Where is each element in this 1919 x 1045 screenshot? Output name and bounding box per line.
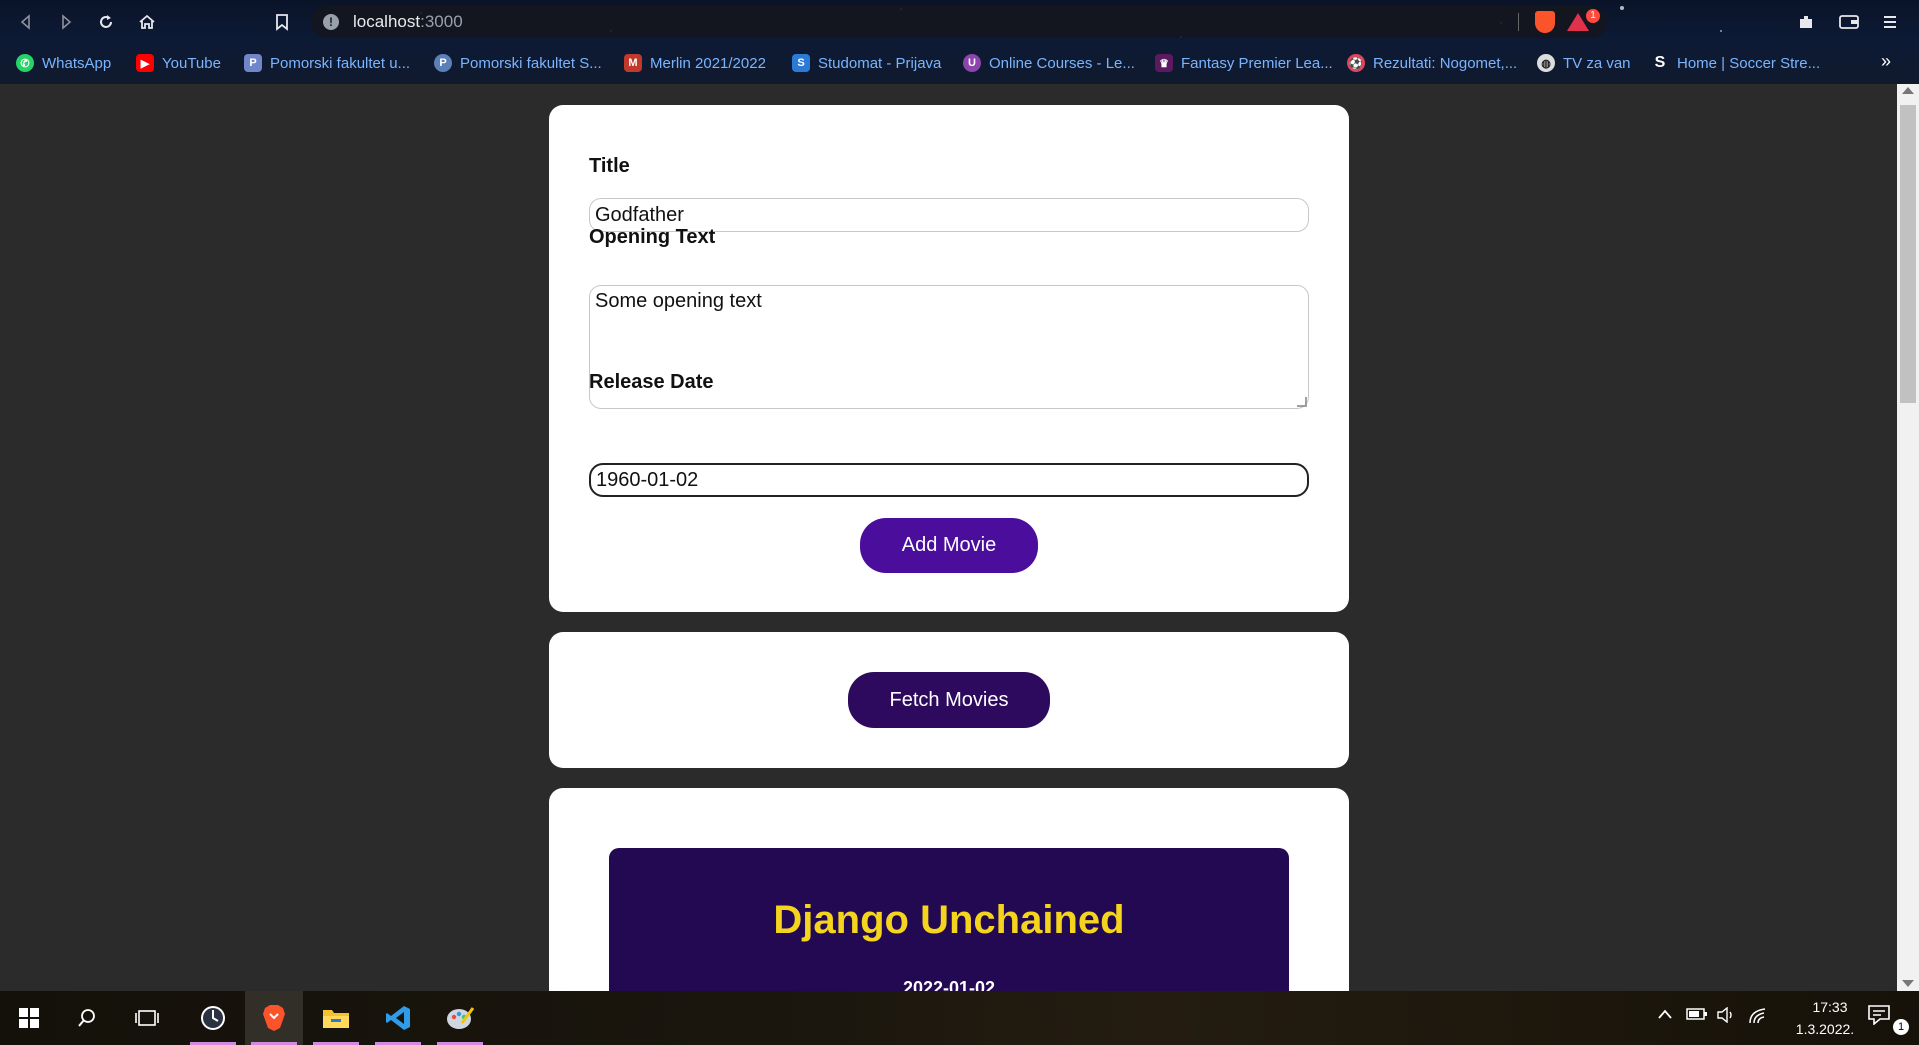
movie-title: Django Unchained <box>773 898 1125 942</box>
reload-icon[interactable] <box>92 8 120 36</box>
address-bar[interactable]: ! localhost:3000 1 <box>311 6 1607 38</box>
resize-handle-icon[interactable] <box>1297 397 1307 407</box>
faculty-icon: P <box>434 54 452 72</box>
bookmark-tv-za-van[interactable]: ◍ TV za van <box>1537 51 1631 75</box>
bookmark-pomorski-2[interactable]: P Pomorski fakultet S... <box>434 51 602 75</box>
url-text[interactable]: localhost:3000 <box>353 12 463 32</box>
soccer-stream-icon: S <box>1654 54 1666 71</box>
clock-app-icon <box>201 1006 225 1030</box>
address-bar-divider <box>1518 13 1519 31</box>
bookmark-soccer-streams[interactable]: S Home | Soccer Stre... <box>1651 51 1820 75</box>
windows-icon <box>19 1008 39 1028</box>
brave-icon <box>263 1005 285 1031</box>
start-button[interactable] <box>0 991 58 1045</box>
globe-icon: ◍ <box>1537 54 1555 72</box>
scroll-up-icon[interactable] <box>1902 87 1914 94</box>
show-hidden-icons-icon[interactable] <box>1657 1007 1673 1025</box>
add-movie-button[interactable]: Add Movie <box>860 518 1038 573</box>
windows-taskbar: 17:33 1.3.2022. 1 <box>0 991 1919 1045</box>
opening-text-label: Opening Text <box>589 226 716 248</box>
merlin-icon: M <box>624 54 642 72</box>
release-date-label: Release Date <box>589 371 714 393</box>
bookmark-merlin[interactable]: M Merlin 2021/2022 <box>624 51 766 75</box>
more-bookmarks-icon[interactable]: » <box>1881 51 1891 72</box>
bookmark-fantasy-premier-league[interactable]: ♛ Fantasy Premier Lea... <box>1155 51 1333 75</box>
udemy-icon: U <box>963 54 981 72</box>
notification-count-badge: 1 <box>1893 1019 1909 1035</box>
extensions-icon[interactable] <box>1792 8 1820 36</box>
site-info-icon[interactable]: ! <box>323 14 339 30</box>
results-icon: ⚽ <box>1347 54 1365 72</box>
movies-list: Django Unchained 2022-01-02 <box>549 788 1349 991</box>
scroll-down-icon[interactable] <box>1902 980 1914 987</box>
bookmark-rezultati[interactable]: ⚽ Rezultati: Nogomet,... <box>1347 51 1517 75</box>
whatsapp-icon: ✆ <box>16 54 34 72</box>
folder-icon <box>323 1010 349 1028</box>
rewards-badge: 1 <box>1586 9 1600 23</box>
task-view-button[interactable] <box>118 991 176 1045</box>
youtube-icon: ▶ <box>136 54 154 72</box>
volume-icon[interactable] <box>1716 1006 1736 1028</box>
task-view-icon <box>135 1010 159 1026</box>
fetch-section: Fetch Movies <box>549 632 1349 768</box>
bookmark-pomorski-1[interactable]: P Pomorski fakultet u... <box>244 51 410 75</box>
taskbar-date[interactable]: 1.3.2022. <box>1775 1021 1875 1037</box>
menu-icon[interactable] <box>1876 8 1904 36</box>
taskbar-app-paint[interactable] <box>431 991 489 1045</box>
bookmark-icon[interactable] <box>268 8 296 36</box>
movie-release-date: 2022-01-02 <box>902 978 996 991</box>
bookmark-youtube[interactable]: ▶ YouTube <box>136 51 221 75</box>
scroll-thumb[interactable] <box>1900 105 1916 403</box>
taskbar-app-brave[interactable] <box>245 991 303 1045</box>
page-content: Title Opening Text Some opening text Rel… <box>0 84 1897 991</box>
premier-league-icon: ♛ <box>1155 54 1173 72</box>
release-date-input[interactable] <box>589 463 1309 497</box>
taskbar-app-vscode[interactable] <box>369 991 427 1045</box>
vscode-icon <box>386 1006 410 1030</box>
fetch-movies-button[interactable]: Fetch Movies <box>848 672 1050 728</box>
taskbar-time[interactable]: 17:33 <box>1795 999 1865 1015</box>
browser-toolbar: ! localhost:3000 1 <box>0 0 1919 44</box>
search-button[interactable] <box>58 991 116 1045</box>
paint-icon <box>447 1007 474 1029</box>
bookmark-whatsapp[interactable]: ✆ WhatsApp <box>16 51 111 75</box>
page-scrollbar[interactable] <box>1897 84 1919 991</box>
wifi-icon[interactable] <box>1748 1007 1768 1030</box>
home-icon[interactable] <box>133 8 161 36</box>
bookmarks-bar: ✆ WhatsApp ▶ YouTube P Pomorski fakultet… <box>0 48 1919 78</box>
battery-icon[interactable] <box>1686 1007 1708 1026</box>
forward-icon[interactable] <box>52 8 80 36</box>
taskbar-app-file-explorer[interactable] <box>307 991 365 1045</box>
add-movie-form: Title Opening Text Some opening text Rel… <box>549 105 1349 612</box>
movie-card: Django Unchained 2022-01-02 <box>609 848 1289 991</box>
title-label: Title <box>589 155 630 177</box>
studomat-icon: S <box>792 54 810 72</box>
bookmark-udemy[interactable]: U Online Courses - Le... <box>963 51 1135 75</box>
browser-chrome: ! localhost:3000 1 ✆ WhatsApp ▶ YouTube … <box>0 0 1919 84</box>
faculty-icon: P <box>244 54 262 72</box>
bookmark-studomat[interactable]: S Studomat - Prijava <box>792 51 941 75</box>
brave-shields-icon[interactable] <box>1535 11 1555 33</box>
search-icon <box>78 1009 95 1027</box>
taskbar-app-clock[interactable] <box>184 991 242 1045</box>
notifications-icon[interactable] <box>1868 1005 1890 1030</box>
back-icon[interactable] <box>12 8 40 36</box>
wallet-icon[interactable] <box>1835 8 1863 36</box>
